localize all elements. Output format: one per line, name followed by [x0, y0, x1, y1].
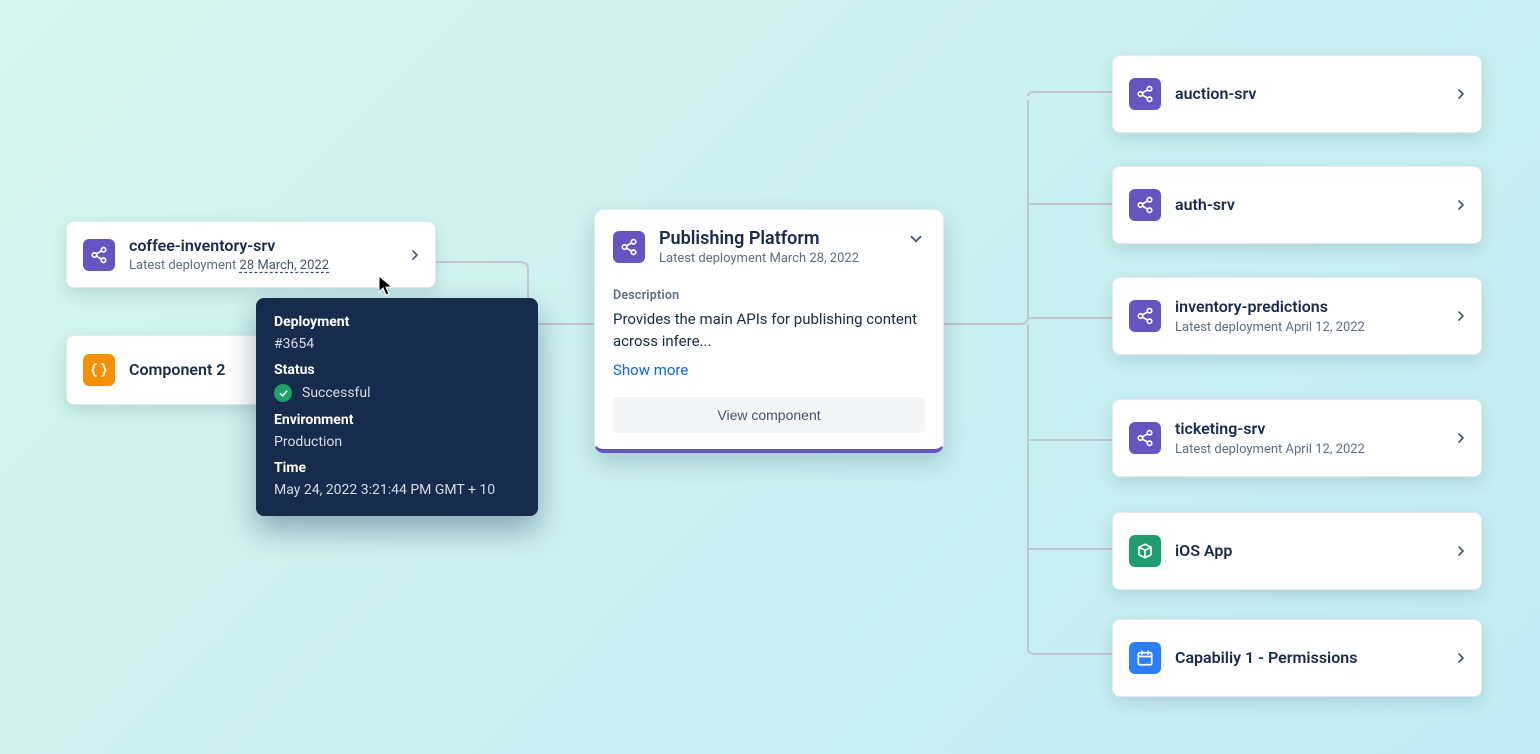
node-ios-app[interactable]: iOS App [1112, 512, 1482, 590]
chevron-right-icon [1453, 86, 1469, 102]
chevron-right-icon [1453, 543, 1469, 559]
description-text: Provides the main APIs for publishing co… [613, 309, 925, 353]
app-icon [1129, 535, 1161, 567]
view-component-button[interactable]: View component [613, 397, 925, 433]
code-icon [83, 354, 115, 386]
tooltip-status-value: Successful [302, 385, 371, 401]
node-title: auction-srv [1175, 84, 1256, 103]
share-icon [1129, 78, 1161, 110]
chevron-right-icon [407, 247, 423, 263]
tooltip-deployment-value: #3654 [274, 336, 520, 352]
node-auth-srv[interactable]: auth-srv [1112, 166, 1482, 244]
node-auction-srv[interactable]: auction-srv [1112, 55, 1482, 133]
node-subtitle: Latest deployment April 12, 2022 [1175, 442, 1365, 457]
node-title: ticketing-srv [1175, 419, 1365, 438]
node-title: Capabiliy 1 - Permissions [1175, 648, 1357, 667]
description-label: Description [613, 288, 925, 303]
share-icon [1129, 422, 1161, 454]
node-title: Publishing Platform [659, 228, 859, 249]
node-title: auth-srv [1175, 195, 1235, 214]
node-title: coffee-inventory-srv [129, 236, 329, 255]
tooltip-status-label: Status [274, 362, 520, 378]
chevron-down-icon[interactable] [907, 230, 925, 252]
node-coffee-inventory-srv[interactable]: coffee-inventory-srv Latest deployment 2… [66, 221, 436, 288]
node-ticketing-srv[interactable]: ticketing-srv Latest deployment April 12… [1112, 399, 1482, 477]
node-component-2[interactable]: Component 2 [66, 335, 266, 405]
share-icon [1129, 300, 1161, 332]
node-title: inventory-predictions [1175, 297, 1365, 316]
node-subtitle: Latest deployment March 28, 2022 [659, 251, 859, 266]
node-inventory-predictions[interactable]: inventory-predictions Latest deployment … [1112, 277, 1482, 355]
node-subtitle: Latest deployment April 12, 2022 [1175, 320, 1365, 335]
node-title: Component 2 [129, 360, 225, 379]
chevron-right-icon [1453, 650, 1469, 666]
node-capability-permissions[interactable]: Capabiliy 1 - Permissions [1112, 619, 1482, 697]
calendar-icon [1129, 642, 1161, 674]
node-subtitle: Latest deployment 28 March, 2022 [129, 258, 329, 273]
share-icon [613, 231, 645, 263]
tooltip-time-label: Time [274, 460, 520, 476]
show-more-link[interactable]: Show more [613, 361, 925, 379]
chevron-right-icon [1453, 197, 1469, 213]
check-circle-icon [274, 384, 292, 402]
share-icon [1129, 189, 1161, 221]
deployment-tooltip: Deployment #3654 Status Successful Envir… [256, 298, 538, 516]
dependency-graph: coffee-inventory-srv Latest deployment 2… [0, 0, 1540, 754]
tooltip-time-value: May 24, 2022 3:21:44 PM GMT + 10 [274, 482, 520, 498]
share-icon [83, 239, 115, 271]
tooltip-deployment-label: Deployment [274, 314, 520, 330]
tooltip-env-value: Production [274, 434, 520, 450]
node-publishing-platform[interactable]: Publishing Platform Latest deployment Ma… [594, 209, 944, 453]
chevron-right-icon [1453, 430, 1469, 446]
node-title: iOS App [1175, 541, 1232, 560]
chevron-right-icon [1453, 308, 1469, 324]
deployment-date-link[interactable]: 28 March, 2022 [240, 258, 330, 273]
tooltip-env-label: Environment [274, 412, 520, 428]
